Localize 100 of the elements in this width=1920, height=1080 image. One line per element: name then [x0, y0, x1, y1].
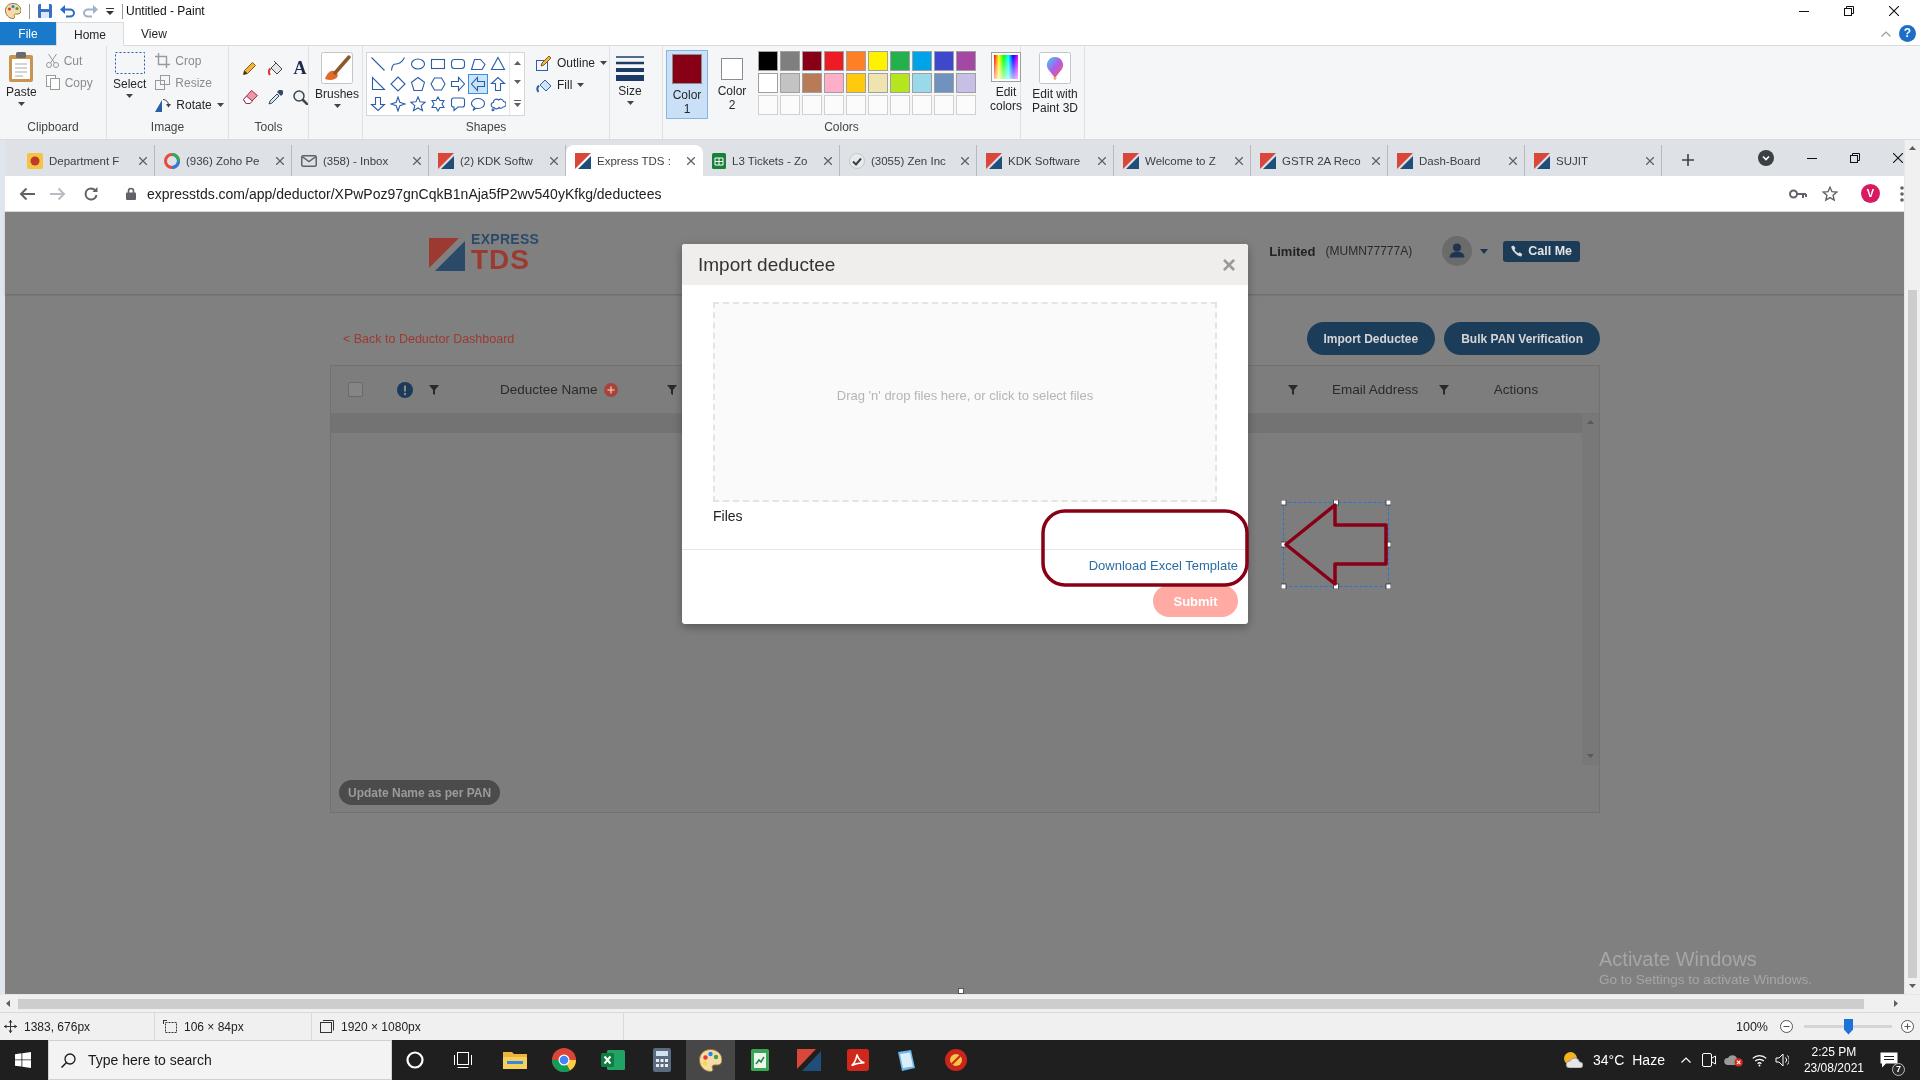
reload-icon[interactable] [83, 185, 99, 202]
pencil-icon[interactable] [243, 61, 257, 75]
close-icon[interactable] [687, 156, 695, 165]
hexagon-icon[interactable] [428, 74, 448, 94]
ribbon-tab[interactable]: Home [56, 22, 124, 46]
scroll-right-icon[interactable] [1894, 1000, 1898, 1007]
color-swatch-icon[interactable] [846, 51, 866, 71]
empty-swatch-icon[interactable] [758, 95, 778, 115]
scroll-up-icon[interactable] [513, 60, 521, 65]
color-swatch-icon[interactable] [912, 73, 932, 93]
empty-swatch-icon[interactable] [912, 95, 932, 115]
empty-swatch-icon[interactable] [824, 95, 844, 115]
star-icon[interactable] [1822, 185, 1838, 202]
windows-logo-icon[interactable] [15, 1052, 31, 1068]
cloud-icon[interactable] [1723, 1053, 1743, 1067]
empty-swatch-icon[interactable] [868, 95, 888, 115]
resize-handle-icon[interactable] [958, 988, 964, 994]
rotate-button[interactable]: Rotate [152, 94, 227, 115]
color-swatch-icon[interactable] [890, 73, 910, 93]
left-arrow-icon[interactable] [468, 74, 488, 94]
color-swatch-icon[interactable] [934, 51, 954, 71]
scroll-down-icon[interactable] [1909, 984, 1916, 988]
color-swatch-icon[interactable] [956, 73, 976, 93]
select-button[interactable]: Select [110, 50, 150, 100]
color-swatch-icon[interactable] [912, 51, 932, 71]
menu-icon[interactable] [1900, 185, 1904, 202]
help-button[interactable]: ? [1899, 25, 1916, 42]
outline-button[interactable]: Outline [533, 52, 611, 73]
color-swatch-icon[interactable] [956, 51, 976, 71]
notification-icon[interactable] [1880, 1052, 1898, 1068]
close-icon[interactable] [1889, 6, 1899, 16]
up-arrow-icon[interactable] [488, 74, 508, 94]
add-circle-icon[interactable] [603, 382, 618, 397]
five-point-star-icon[interactable] [408, 94, 428, 114]
task-view-icon[interactable] [454, 1052, 472, 1068]
six-point-star-icon[interactable] [428, 94, 448, 114]
empty-swatch-icon[interactable] [780, 95, 800, 115]
wifi-icon[interactable] [1751, 1053, 1767, 1067]
clock-time[interactable]: 2:25 PM [1811, 1044, 1857, 1060]
minimize-icon[interactable] [1807, 157, 1817, 159]
fill-bucket-icon[interactable] [267, 60, 283, 76]
chevron-up-icon[interactable] [1680, 1057, 1691, 1063]
action-button[interactable]: Import Deductee [1306, 322, 1436, 355]
down-arrow-icon[interactable] [368, 94, 388, 114]
fill-button[interactable]: Fill [533, 74, 611, 95]
file-menu-tab[interactable]: File [0, 22, 56, 45]
undo-icon[interactable] [60, 4, 75, 18]
restore-icon[interactable] [1844, 6, 1854, 16]
restore-icon[interactable] [1850, 153, 1860, 163]
empty-swatch-icon[interactable] [934, 95, 954, 115]
volume-icon[interactable] [1774, 1053, 1789, 1067]
empty-swatch-icon[interactable] [956, 95, 976, 115]
ribbon-tab[interactable]: View [124, 22, 184, 45]
secondary-color-button[interactable]: Color 2 [711, 50, 753, 115]
text-tool[interactable]: A [293, 59, 307, 77]
color-picker-icon[interactable] [267, 89, 283, 105]
eraser-icon[interactable] [242, 90, 258, 104]
primary-color-button[interactable]: Color 1 [666, 50, 708, 119]
weather-text[interactable]: Haze [1632, 1052, 1665, 1068]
empty-swatch-icon[interactable] [890, 95, 910, 115]
profile-avatar[interactable]: V [1861, 184, 1880, 203]
pentagon-icon[interactable] [408, 74, 428, 94]
zoom-slider-thumb[interactable] [1844, 1018, 1853, 1035]
call-me-button[interactable]: Call Me [1503, 240, 1580, 262]
size-button[interactable]: Size [613, 50, 647, 107]
color-swatch-icon[interactable] [824, 73, 844, 93]
checkbox[interactable] [348, 382, 363, 397]
magnifier-icon[interactable] [292, 89, 308, 105]
address-field[interactable]: expresstds.com/app/deductor/XPwPoz97gnCqkB1nAja5fP2wv540yKfkg/deductees [126, 179, 1789, 208]
color-swatch-icon[interactable] [758, 51, 778, 71]
filter-icon[interactable] [429, 384, 439, 395]
scrollbar-thumb[interactable] [1908, 290, 1917, 978]
empty-swatch-icon[interactable] [846, 95, 866, 115]
scroll-left-icon[interactable] [6, 1000, 10, 1007]
clock-date[interactable]: 23/08/2021 [1803, 1060, 1864, 1076]
color-swatch-icon[interactable] [868, 73, 888, 93]
weather-icon[interactable] [1564, 1051, 1583, 1069]
search-field[interactable]: Type here to search [48, 1040, 392, 1080]
filter-icon[interactable] [1288, 384, 1298, 395]
user-avatar-icon[interactable] [1442, 236, 1473, 266]
scroll-down-icon[interactable] [513, 80, 521, 85]
zoom-out-icon[interactable] [1780, 1020, 1793, 1033]
filter-icon[interactable] [1439, 384, 1449, 395]
empty-swatch-icon[interactable] [802, 95, 822, 115]
browser-tab[interactable]: Express TDS : [566, 145, 703, 176]
right-arrow-icon[interactable] [448, 74, 468, 94]
new-tab-icon[interactable] [1682, 154, 1694, 166]
filter-icon[interactable] [667, 384, 677, 395]
color-swatch-icon[interactable] [780, 51, 800, 71]
color-swatch-icon[interactable] [802, 51, 822, 71]
tab-search-icon[interactable] [1758, 150, 1774, 166]
caret-icon[interactable] [1480, 248, 1489, 254]
scrollbar-thumb[interactable] [18, 998, 1864, 1009]
customize-caret-icon[interactable] [106, 7, 114, 15]
close-icon[interactable] [1893, 153, 1903, 163]
paste-button[interactable]: Paste [3, 50, 40, 108]
save-icon[interactable] [38, 4, 52, 18]
diamond-icon[interactable] [388, 74, 408, 94]
color-swatch-icon[interactable] [890, 51, 910, 71]
rounded-callout-icon[interactable] [448, 94, 468, 114]
